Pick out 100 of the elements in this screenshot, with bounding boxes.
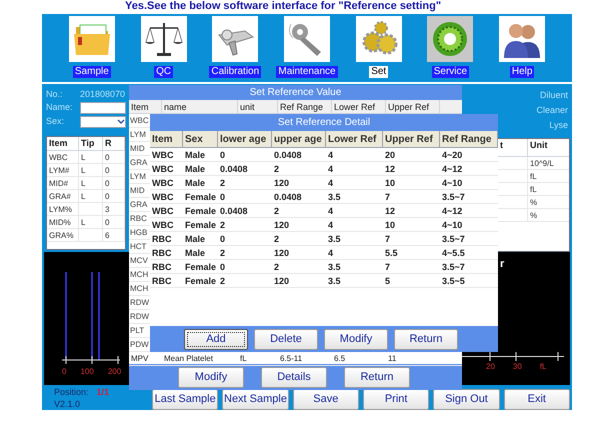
column-header: Ref Range (440, 131, 498, 147)
table-cell-text: WBC (151, 205, 174, 217)
table-cell-text: 0 (219, 233, 226, 245)
table-cell-text: 5.5 (384, 247, 399, 259)
field-label: No.: (46, 88, 64, 101)
toolbar-label[interactable]: Sample (72, 66, 111, 78)
toolbar-button[interactable] (499, 16, 546, 62)
table-cell-text: Male (184, 149, 206, 161)
table-cell-text: RBC (129, 213, 148, 225)
table-cell-text: 4 (327, 247, 334, 259)
table-cell: 6 (103, 229, 125, 241)
table-cell-text: 0 (219, 191, 226, 203)
table-cell-text: 4 (327, 205, 334, 217)
toolbar-label[interactable]: Help (510, 66, 534, 78)
table-cell-text: 2 (219, 275, 226, 287)
toolbar-button[interactable]: Print (362, 389, 430, 410)
table-cell: 0 (103, 216, 125, 228)
table-cell-text: 2 (219, 219, 226, 231)
toolbar-button[interactable]: Next Sample (222, 389, 289, 410)
dialog-button[interactable]: Return (344, 366, 410, 388)
table-cell-text: Male (184, 163, 206, 175)
table-cell-text: WBC (129, 115, 149, 127)
column-header: Lower Ref (326, 131, 383, 147)
dialog-button[interactable]: Modify (178, 366, 244, 388)
table-cell-text: 2 (273, 163, 280, 175)
table-cell-text: 120 (273, 275, 290, 287)
table-cell-text: 3.5~7 (441, 191, 466, 203)
table-cell-text: RBC (151, 275, 172, 287)
dialog-title: Set Reference Detail (276, 116, 372, 130)
table-cell-text: Male (184, 177, 206, 189)
table-cell: GRA% (47, 229, 79, 241)
toolbar-label[interactable]: Maintenance (276, 66, 338, 78)
table-cell: 3 (103, 203, 125, 215)
column-header: Lower Ref (332, 100, 386, 113)
table-cell-text: % (529, 210, 538, 221)
reagent-label: Cleaner (536, 104, 568, 117)
table-cell-text: 6.5 (333, 353, 346, 365)
column-header: Item (129, 100, 162, 113)
table-cell-text: RBC (151, 233, 172, 245)
table-cell-text: PLT (129, 325, 146, 337)
table-cell-text: WBC (151, 219, 174, 231)
balance-scale-icon (144, 20, 184, 58)
table-cell-text: 3.5 (327, 261, 342, 273)
toolbar-button[interactable]: Exit (504, 389, 570, 410)
toolbar-button[interactable]: Sign Out (433, 389, 500, 410)
toolbar-button[interactable]: Save (292, 389, 359, 410)
dialog-button[interactable]: Add (184, 328, 248, 350)
table-cell-text: 11 (387, 353, 398, 365)
table-cell-text: PDW (129, 339, 149, 351)
toolbar-label[interactable]: QC (154, 66, 174, 78)
table-cell-text: Female (184, 205, 218, 217)
table-cell-text: 4 (327, 163, 334, 175)
axis-tick-label: 200 (108, 366, 122, 378)
dialog-button[interactable]: Return (394, 328, 458, 350)
table-cell-text: Mean Platelet (163, 353, 214, 365)
table-cell-text: 4~10 (441, 219, 464, 231)
toolbar-button[interactable] (427, 16, 474, 62)
table-cell-text: MCH (129, 283, 149, 295)
table-cell-text: 2 (219, 177, 226, 189)
column-header: R (103, 137, 125, 150)
toolbar-button[interactable]: Last Sample (152, 389, 218, 410)
column-header: Sex (183, 131, 218, 147)
column-header: Ref Range (278, 100, 332, 113)
table-cell-text: 3.5~7 (441, 261, 466, 273)
toolbar-label[interactable]: Service (432, 66, 470, 78)
table-cell-text: LYM (129, 129, 147, 141)
table-cell-text: 6.5-11 (279, 353, 304, 365)
table-cell-text: % (529, 197, 538, 208)
table-cell-text: 0.0408 (273, 149, 303, 161)
axis-tick-label: 0 (62, 366, 66, 378)
table-cell: LYM# (47, 164, 79, 176)
column-header: Unit (529, 139, 548, 152)
table-cell-text: 4 (327, 149, 334, 161)
toolbar-label[interactable]: Set (369, 66, 388, 78)
table-cell-text: Female (184, 191, 218, 203)
table-cell: GRA# (47, 190, 79, 202)
table-cell-text: RDW (129, 311, 149, 323)
table-cell-text: 7 (384, 233, 392, 245)
table-cell-text: MPV (130, 353, 150, 365)
toolbar-button[interactable] (140, 16, 187, 62)
column-header: Tip (79, 137, 103, 150)
table-cell-text: GRA (129, 157, 148, 169)
sample-number: 201808070 (80, 88, 126, 101)
name-input[interactable] (80, 102, 126, 114)
sex-dropdown[interactable] (80, 116, 126, 128)
table-cell: L (79, 164, 103, 176)
table-cell: 0 (103, 151, 125, 163)
table-cell-text: 120 (273, 247, 290, 259)
table-cell-text: Male (184, 233, 206, 245)
dialog-button[interactable]: Modify (324, 328, 388, 350)
table-cell: L (79, 151, 103, 163)
table-cell-text: WBC (151, 191, 174, 203)
axis-tick-label: 100 (80, 366, 94, 378)
toolbar-label[interactable]: Calibration (209, 66, 262, 78)
dialog-button[interactable]: Delete (254, 328, 318, 350)
dialog-button[interactable]: Details (261, 366, 327, 388)
column-header: lower age (218, 131, 272, 147)
table-cell-text: WBC (151, 163, 174, 175)
axis-tick-label: 30 (512, 361, 522, 373)
field-label: Name: (46, 101, 74, 114)
